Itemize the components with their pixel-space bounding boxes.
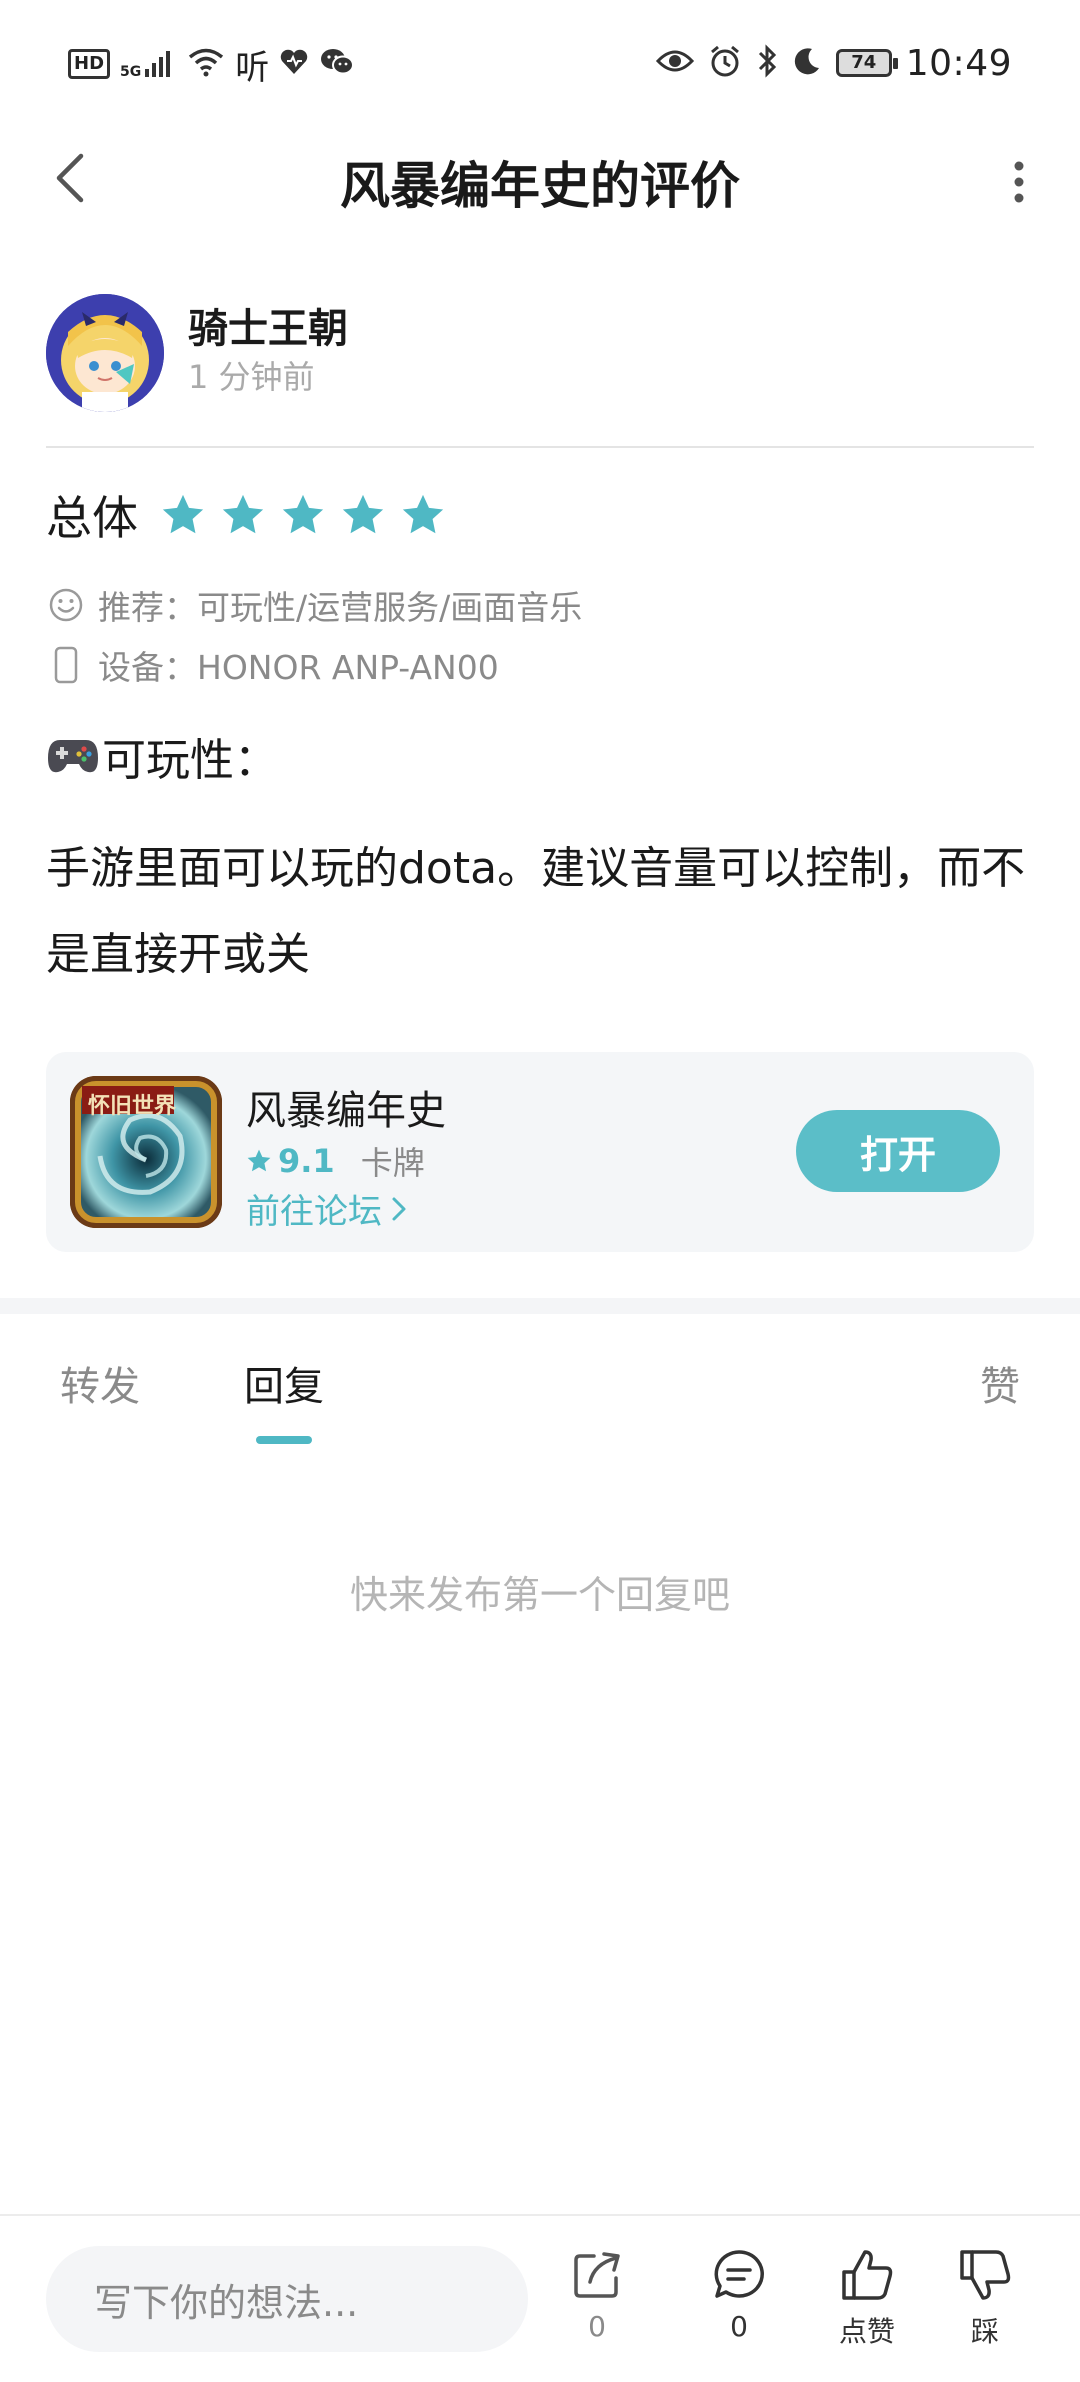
page-title: 风暴编年史的评价 (340, 157, 740, 215)
smiley-icon (46, 585, 86, 625)
like-label: 点赞 (838, 2315, 895, 2348)
moon-icon (792, 46, 822, 80)
battery-icon: 74 (835, 49, 898, 77)
tab-active-indicator (256, 1436, 312, 1444)
recommend-row: 推荐：可玩性/运营服务/画面音乐 (46, 580, 582, 630)
game-name: 风暴编年史 (246, 1088, 446, 1134)
dislike-label: 踩 (970, 2315, 999, 2348)
avatar[interactable] (46, 294, 164, 412)
health-icon (279, 48, 309, 80)
bluetooth-icon (756, 44, 778, 82)
more-vertical-icon (1014, 161, 1024, 203)
gamepad-icon (46, 731, 102, 781)
open-game-button[interactable]: 打开 (796, 1110, 1000, 1192)
status-left: HD 5G 听 (68, 42, 355, 88)
phone-icon (46, 645, 86, 685)
share-button[interactable]: 0 (552, 2246, 642, 2343)
score-star-icon (247, 1149, 271, 1172)
more-options-button[interactable] (994, 152, 1044, 212)
forum-link[interactable]: 前往论坛 (246, 1184, 408, 1233)
tab-replies[interactable]: 回复 (244, 1354, 324, 1412)
star-icon (222, 494, 264, 534)
star-icon (342, 494, 384, 534)
bottom-action-bar: 写下你的想法... 0 0 点赞 踩 (0, 2214, 1080, 2382)
post-time: 1 分钟前 (188, 358, 315, 396)
status-right: 74 10:49 (655, 40, 1012, 86)
star-icon (282, 494, 324, 534)
alarm-icon (708, 44, 742, 82)
review-author: 骑士王朝 1 分钟前 (46, 292, 1036, 442)
share-count: 0 (588, 2310, 606, 2343)
app-header: 风暴编年史的评价 (0, 128, 1080, 228)
rating-stars (160, 492, 446, 538)
thumbs-down-icon (960, 2250, 1011, 2300)
author-name[interactable]: 骑士王朝 (188, 296, 348, 354)
comment-input[interactable]: 写下你的想法... (46, 2246, 528, 2352)
eye-icon (655, 48, 694, 78)
review-section-title: 可玩性： (46, 724, 278, 788)
interaction-tabs: 转发 回复 赞 (0, 1314, 1080, 1444)
dislike-button[interactable]: 踩 (940, 2246, 1030, 2350)
device-row: 设备：HONOR ANP-AN00 (46, 640, 499, 690)
avatar-image (46, 294, 164, 412)
comment-icon (714, 2250, 764, 2298)
rating-label: 总体 (46, 491, 138, 545)
game-genre: 卡牌 (360, 1144, 425, 1182)
section-title-text: 可玩性： (102, 735, 278, 786)
like-button[interactable]: 点赞 (822, 2246, 912, 2350)
tab-forward[interactable]: 转发 (60, 1354, 140, 1412)
wifi-icon (187, 47, 225, 81)
comment-count: 0 (730, 2310, 748, 2343)
share-icon (574, 2252, 620, 2298)
status-time: 10:49 (905, 42, 1012, 84)
device-text: 设备：HONOR ANP-AN00 (98, 648, 499, 687)
review-body: 手游里面可以玩的dota。建议音量可以控制，而不是直接开或关 (46, 843, 1026, 980)
star-icon (402, 494, 444, 534)
hd-icon: HD (68, 49, 111, 79)
empty-replies-text: 快来发布第一个回复吧 (349, 1573, 730, 1617)
tab-likes[interactable]: 赞 (980, 1354, 1020, 1412)
status-bar: HD 5G 听 74 10:49 (0, 0, 1080, 128)
game-score: 9.1 (278, 1142, 335, 1180)
recommend-text: 推荐：可玩性/运营服务/画面音乐 (98, 588, 583, 627)
star-icon (162, 494, 204, 534)
wechat-icon (319, 47, 355, 81)
signal-icon: 5G (120, 49, 177, 79)
chevron-right-icon (392, 1197, 406, 1220)
comment-button[interactable]: 0 (694, 2246, 784, 2343)
game-icon[interactable]: 怀旧世界 (70, 1076, 222, 1228)
game-score-row: 9.1 卡牌 (246, 1138, 425, 1184)
section-separator (0, 1298, 1080, 1314)
forum-link-label: 前往论坛 (246, 1192, 382, 1232)
overall-rating: 总体 (46, 480, 446, 550)
listen-icon: 听 (235, 47, 270, 88)
game-card[interactable]: 怀旧世界 风暴编年史 9.1 卡牌 前往论坛 打开 (46, 1052, 1034, 1252)
game-icon-label: 怀旧世界 (88, 1094, 177, 1119)
divider (46, 446, 1034, 448)
thumbs-up-icon (842, 2250, 893, 2300)
